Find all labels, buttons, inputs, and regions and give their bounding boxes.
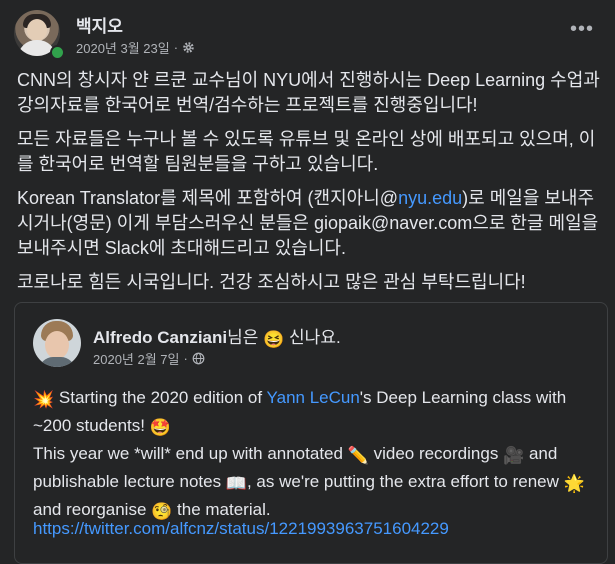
post-author-name[interactable]: 백지오 (76, 12, 123, 37)
shared-text-segment: Starting the 2020 edition of (58, 388, 267, 407)
shared-post-text: 💥 Starting the 2020 edition of Yann LeCu… (33, 385, 598, 525)
meta-separator: · (173, 40, 179, 55)
shared-text-segment: , as we're putting the extra effort to r… (246, 472, 564, 491)
email-domain-link[interactable]: nyu.edu (398, 188, 462, 208)
online-status-dot (50, 45, 65, 60)
grinning-face-icon: 😆 (263, 330, 285, 349)
mention-link[interactable]: Yann LeCun (267, 388, 360, 407)
feeling-text: 신나요. (289, 328, 341, 347)
open-book-icon: 📖 (225, 474, 247, 493)
shared-author-name[interactable]: Alfredo Canziani (93, 328, 227, 347)
star-struck-icon: 🤩 (149, 418, 171, 437)
shared-text-segment: This year we *will* end up with annotate… (33, 444, 348, 463)
feeling-prefix: 님은 (227, 328, 259, 347)
globe-icon (192, 352, 205, 365)
collision-icon: 💥 (33, 390, 55, 409)
post-paragraph: CNN의 창시자 얀 르쿤 교수님이 NYU에서 진행하시는 Deep Lear… (17, 70, 600, 115)
post-body: CNN의 창시자 얀 르쿤 교수님이 NYU에서 진행하시는 Deep Lear… (17, 68, 602, 304)
movie-camera-icon: 🎥 (503, 446, 525, 465)
shared-text-segment: the material. (172, 500, 271, 519)
paragraph-text: Korean Translator를 제목에 포함하여 (캔지아니@ (17, 188, 399, 208)
tweet-url-link[interactable]: https://twitter.com/alfcnz/status/122199… (33, 519, 449, 539)
shared-text-segment: and reorganise (33, 500, 152, 519)
shared-post-meta: 2020년 2월 7일 · (93, 349, 205, 368)
glowing-star-icon: 🌟 (563, 474, 585, 493)
shared-post-card[interactable]: Alfredo Canziani님은 😆 신나요. 2020년 2월 7일 · … (14, 302, 608, 564)
post-paragraph: 모든 자료들은 누구나 볼 수 있도록 유튜브 및 온라인 상에 배포되고 있으… (17, 129, 596, 174)
meta-separator: · (183, 351, 188, 366)
post-paragraph: 코로나로 힘든 시국입니다. 건강 조심하시고 많은 관심 부탁드립니다! (17, 272, 526, 292)
avatar-shirt (39, 357, 75, 367)
shared-post-date[interactable]: 2020년 2월 7일 (93, 349, 179, 368)
shared-author-avatar[interactable] (33, 319, 81, 367)
shared-author-line: Alfredo Canziani님은 😆 신나요. (93, 323, 341, 350)
post-paragraph: Korean Translator를 제목에 포함하여 (캔지아니@nyu.ed… (17, 186, 602, 261)
more-options-icon[interactable]: ••• (570, 18, 594, 41)
pencil-icon: ✏️ (347, 446, 369, 465)
avatar-face (45, 331, 69, 359)
post-meta: 2020년 3월 23일 · (76, 38, 195, 57)
avatar-face (27, 19, 47, 41)
gear-icon[interactable] (182, 41, 195, 54)
shared-text-segment: video recordings (368, 444, 504, 463)
post-header: 백지오 2020년 3월 23일 · ••• (14, 10, 604, 60)
post-date[interactable]: 2020년 3월 23일 (76, 38, 170, 57)
facebook-post: 백지오 2020년 3월 23일 · ••• CNN의 창시자 얀 르쿤 교수님… (0, 0, 615, 564)
